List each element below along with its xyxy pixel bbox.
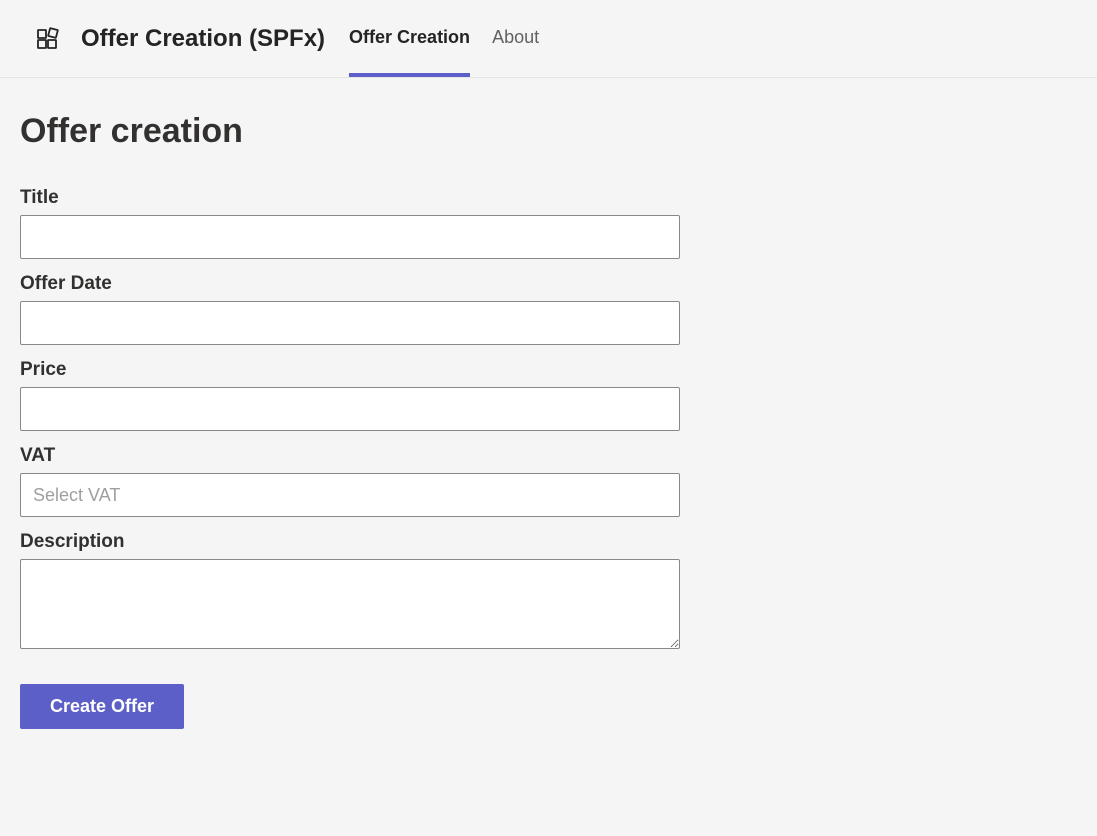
price-label: Price (20, 359, 1077, 381)
title-label: Title (20, 187, 1077, 209)
tab-offer-creation[interactable]: Offer Creation (349, 0, 470, 77)
tab-about[interactable]: About (492, 0, 539, 77)
description-label: Description (20, 531, 1077, 553)
app-header: Offer Creation (SPFx) Offer Creation Abo… (0, 0, 1097, 78)
offer-date-input[interactable] (20, 301, 680, 345)
page-title: Offer creation (20, 112, 1077, 151)
description-textarea[interactable] (20, 559, 680, 649)
form-group-title: Title (20, 187, 1077, 259)
offer-date-label: Offer Date (20, 273, 1077, 295)
vat-label: VAT (20, 445, 1077, 467)
form-group-vat: VAT (20, 445, 1077, 517)
app-title: Offer Creation (SPFx) (81, 25, 325, 53)
main-content: Offer creation Title Offer Date Price VA… (0, 78, 1097, 763)
app-extension-icon (35, 27, 59, 51)
vat-select[interactable] (20, 473, 680, 517)
form-group-description: Description (20, 531, 1077, 654)
create-offer-button[interactable]: Create Offer (20, 684, 184, 729)
form-group-price: Price (20, 359, 1077, 431)
price-input[interactable] (20, 387, 680, 431)
title-input[interactable] (20, 215, 680, 259)
header-tabs: Offer Creation About (349, 0, 539, 77)
form-group-offer-date: Offer Date (20, 273, 1077, 345)
